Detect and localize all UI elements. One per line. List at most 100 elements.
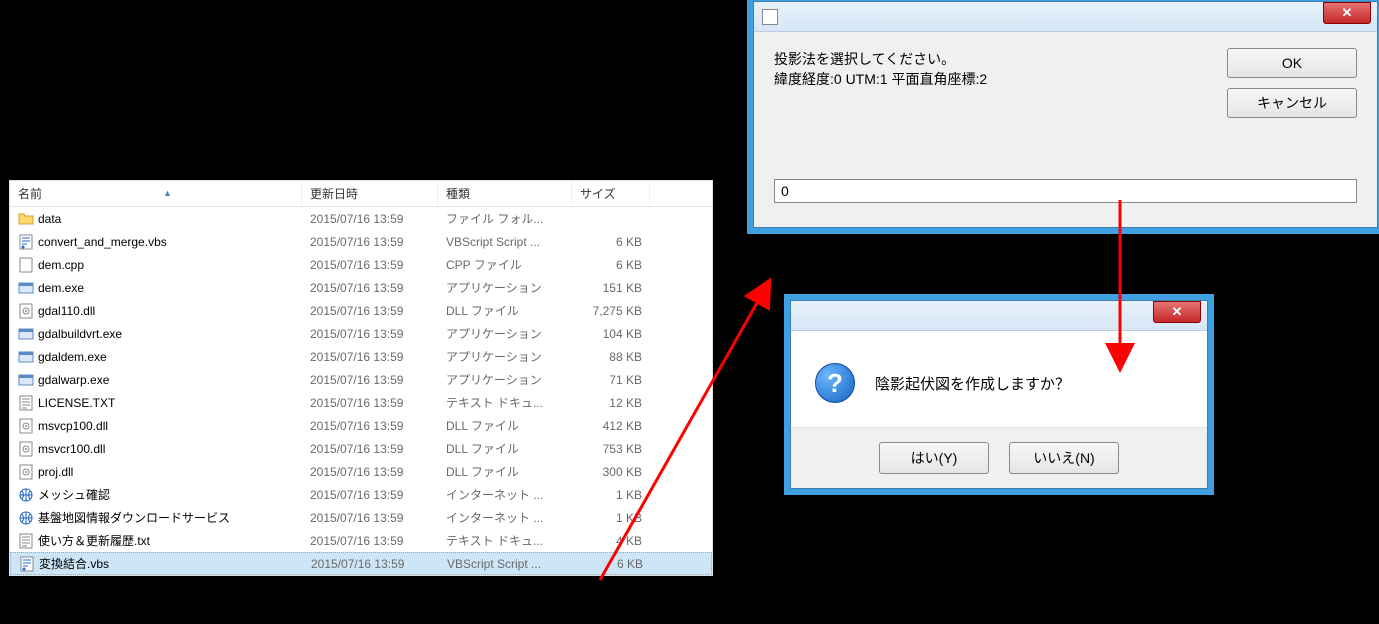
exe-icon [18, 326, 34, 342]
ok-button[interactable]: OK [1227, 48, 1357, 78]
file-name: proj.dll [38, 465, 73, 479]
file-size: 12 KB [572, 394, 650, 412]
file-row[interactable]: dem.cpp 2015/07/16 13:59CPP ファイル6 KB [10, 253, 712, 276]
file-date: 2015/07/16 13:59 [303, 555, 439, 573]
close-button[interactable]: ✕ [1153, 301, 1201, 323]
txt-icon [18, 533, 34, 549]
file-size: 6 KB [572, 256, 650, 274]
file-row[interactable]: gdalbuildvrt.exe2015/07/16 13:59アプリケーション… [10, 322, 712, 345]
file-row[interactable]: msvcp100.dll 2015/07/16 13:59DLL ファイル412 … [10, 414, 712, 437]
file-size: 6 KB [572, 233, 650, 251]
file-date: 2015/07/16 13:59 [302, 233, 438, 251]
inputbox-dialog: ✕ 投影法を選択してください。 緯度経度:0 UTM:1 平面直角座標:2 OK… [753, 1, 1378, 228]
yes-button[interactable]: はい(Y) [879, 442, 989, 474]
file-type: テキスト ドキュ... [438, 530, 572, 551]
projection-input[interactable] [774, 179, 1357, 203]
file-size: 412 KB [572, 417, 650, 435]
file-name: 変換結合.vbs [39, 555, 109, 572]
file-row[interactable]: gdalwarp.exe2015/07/16 13:59アプリケーション71 K… [10, 368, 712, 391]
file-date: 2015/07/16 13:59 [302, 371, 438, 389]
dll-icon [18, 464, 34, 480]
vbs-icon [19, 556, 35, 572]
file-type: テキスト ドキュ... [438, 392, 572, 413]
file-date: 2015/07/16 13:59 [302, 279, 438, 297]
file-date: 2015/07/16 13:59 [302, 532, 438, 550]
column-date[interactable]: 更新日時 [302, 181, 438, 206]
cancel-button[interactable]: キャンセル [1227, 88, 1357, 118]
file-row[interactable]: data2015/07/16 13:59ファイル フォル... [10, 207, 712, 230]
question-icon: ? [815, 363, 855, 403]
file-name: メッシュ確認 [38, 486, 110, 503]
file-explorer: 名前 ▲ 更新日時 種類 サイズ data2015/07/16 13:59ファイ… [9, 180, 713, 576]
file-name: msvcp100.dll [38, 419, 108, 433]
file-type: アプリケーション [438, 346, 572, 367]
file-date: 2015/07/16 13:59 [302, 486, 438, 504]
file-type: VBScript Script ... [438, 233, 572, 251]
file-date: 2015/07/16 13:59 [302, 394, 438, 412]
file-name: dem.cpp [38, 258, 84, 272]
file-row[interactable]: gdaldem.exe2015/07/16 13:59アプリケーション88 KB [10, 345, 712, 368]
column-name[interactable]: 名前 ▲ [10, 181, 302, 206]
column-header-row: 名前 ▲ 更新日時 種類 サイズ [10, 181, 712, 207]
file-name: gdal110.dll [38, 304, 95, 318]
file-type: アプリケーション [438, 369, 572, 390]
file-date: 2015/07/16 13:59 [302, 302, 438, 320]
exe-icon [18, 280, 34, 296]
sort-asc-icon: ▲ [163, 188, 172, 198]
column-size[interactable]: サイズ [572, 181, 650, 206]
file-date: 2015/07/16 13:59 [302, 325, 438, 343]
file-row[interactable]: convert_and_merge.vbs 2015/07/16 13:59VBS… [10, 230, 712, 253]
file-name: msvcr100.dll [38, 442, 105, 456]
file-size: 151 KB [572, 279, 650, 297]
file-name: gdalwarp.exe [38, 373, 109, 387]
file-row[interactable]: 変換結合.vbs 2015/07/16 13:59VBScript Script … [10, 552, 712, 575]
file-row[interactable]: 基盤地図情報ダウンロードサービス2015/07/16 13:59インターネット … [10, 506, 712, 529]
file-size: 88 KB [572, 348, 650, 366]
folder-icon [18, 211, 34, 227]
file-size: 6 KB [573, 555, 651, 573]
msgbox-dialog: ✕ ? 陰影起伏図を作成しますか？ はい(Y) いいえ(N) [790, 300, 1208, 489]
file-date: 2015/07/16 13:59 [302, 509, 438, 527]
file-name: LICENSE.TXT [38, 396, 115, 410]
file-row[interactable]: dem.exe 2015/07/16 13:59アプリケーション151 KB [10, 276, 712, 299]
file-row[interactable]: msvcr100.dll2015/07/16 13:59DLL ファイル753 … [10, 437, 712, 460]
txt-icon [18, 395, 34, 411]
close-button[interactable]: ✕ [1323, 2, 1371, 24]
file-type: CPP ファイル [438, 254, 572, 275]
file-name: data [38, 212, 61, 226]
file-name: dem.exe [38, 281, 84, 295]
file-row[interactable]: gdal110.dll2015/07/16 13:59DLL ファイル7,275… [10, 299, 712, 322]
no-button[interactable]: いいえ(N) [1009, 442, 1119, 474]
file-name: convert_and_merge.vbs [38, 235, 167, 249]
file-date: 2015/07/16 13:59 [302, 440, 438, 458]
file-size: 753 KB [572, 440, 650, 458]
file-row[interactable]: メッシュ確認2015/07/16 13:59インターネット ...1 KB [10, 483, 712, 506]
app-icon [762, 9, 778, 25]
file-name: 使い方＆更新履歴.txt [38, 532, 150, 549]
vbs-icon [18, 234, 34, 250]
file-date: 2015/07/16 13:59 [302, 463, 438, 481]
file-row[interactable]: 使い方＆更新履歴.txt 2015/07/16 13:59テキスト ドキュ...4… [10, 529, 712, 552]
file-size [572, 217, 650, 221]
file-type: インターネット ... [438, 507, 572, 528]
column-name-label: 名前 [18, 185, 42, 202]
file-size: 300 KB [572, 463, 650, 481]
file-date: 2015/07/16 13:59 [302, 256, 438, 274]
file-row[interactable]: LICENSE.TXT 2015/07/16 13:59テキスト ドキュ...12… [10, 391, 712, 414]
file-name: gdaldem.exe [38, 350, 107, 364]
file-date: 2015/07/16 13:59 [302, 417, 438, 435]
exe-icon [18, 372, 34, 388]
file-type: アプリケーション [438, 277, 572, 298]
file-type: VBScript Script ... [439, 555, 573, 573]
file-type: インターネット ... [438, 484, 572, 505]
file-type: DLL ファイル [438, 415, 572, 436]
file-size: 4 KB [572, 532, 650, 550]
titlebar[interactable]: ✕ [791, 301, 1207, 331]
message-text: 陰影起伏図を作成しますか？ [875, 373, 1070, 394]
file-row[interactable]: proj.dll 2015/07/16 13:59DLL ファイル300 KB [10, 460, 712, 483]
file-type: DLL ファイル [438, 461, 572, 482]
exe-icon [18, 349, 34, 365]
titlebar[interactable]: ✕ [754, 2, 1377, 32]
file-type: ファイル フォル... [438, 208, 572, 229]
column-type[interactable]: 種類 [438, 181, 572, 206]
